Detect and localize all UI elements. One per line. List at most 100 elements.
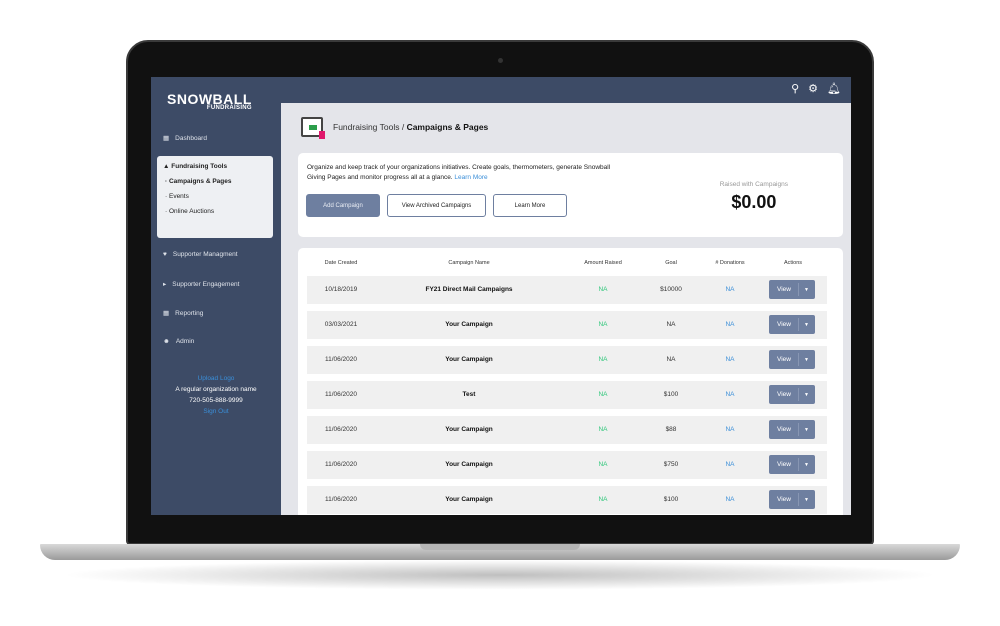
table-row: 11/06/2020 Your Campaign NA $100 NA View… [307, 486, 827, 514]
table-row: 11/06/2020 Your Campaign NA $88 NA View ▼ [307, 416, 827, 444]
megaphone-icon: ▸ [163, 281, 167, 288]
cell-goal: NA [666, 356, 676, 363]
cell-amount-raised: NA [598, 356, 608, 363]
campaigns-table: Date Created Campaign Name Amount Raised… [298, 248, 843, 515]
sidebar-item-dashboard[interactable]: ▦ Dashboard [163, 134, 207, 143]
cell-campaign-name[interactable]: Your Campaign [445, 461, 493, 468]
cell-donations[interactable]: NA [725, 286, 734, 293]
cell-date: 10/18/2019 [324, 286, 358, 293]
raised-label: Raised with Campaigns [719, 181, 788, 188]
cell-amount-raised: NA [598, 461, 608, 468]
caret-down-icon[interactable]: ▼ [804, 287, 809, 293]
cell-goal: NA [666, 321, 676, 328]
cell-date: 11/06/2020 [324, 356, 358, 363]
sidebar-subitem-campaigns[interactable]: · Campaigns & Pages [163, 178, 273, 185]
learn-more-link[interactable]: Learn More [454, 174, 487, 181]
bank-icon: ▲ [163, 163, 170, 170]
header-donations[interactable]: # Donations [715, 260, 744, 266]
laptop-shadow [60, 560, 940, 590]
cell-amount-raised: NA [598, 426, 608, 433]
caret-down-icon[interactable]: ▼ [804, 322, 809, 328]
cell-goal: $10000 [660, 286, 682, 293]
sidebar-item-admin[interactable]: ☻ Admin [163, 338, 194, 345]
table-row: 03/03/2021 Your Campaign NA NA NA View ▼ [307, 311, 827, 339]
table-row: 11/06/2020 Your Campaign NA NA NA View ▼ [307, 346, 827, 374]
table-row: 11/06/2020 Your Campaign NA $750 NA View… [307, 451, 827, 479]
cell-date: 11/06/2020 [324, 391, 358, 398]
cell-goal: $100 [663, 391, 679, 398]
user-icon: ☻ [163, 338, 170, 345]
cell-amount-raised: NA [598, 286, 608, 293]
table-row: 10/18/2019 FY21 Direct Mail Campaigns NA… [307, 276, 827, 304]
app-screen: ⚲ ⚙ 🔔︎ SNOWBALL FUNDRAISING ▦ Dashboard ▲ … [151, 77, 851, 515]
cell-campaign-name[interactable]: FY21 Direct Mail Campaigns [425, 286, 512, 293]
laptop-notch [420, 544, 580, 550]
cell-date: 11/06/2020 [324, 496, 358, 503]
raised-amount: $0.00 [731, 192, 777, 212]
view-dropdown-button[interactable]: View ▼ [769, 315, 815, 334]
add-campaign-button[interactable]: Add Campaign [306, 194, 380, 217]
org-phone: 720-505-888-9999 [189, 397, 243, 404]
cell-donations[interactable]: NA [725, 391, 734, 398]
webcam [498, 58, 503, 63]
view-dropdown-button[interactable]: View ▼ [769, 350, 815, 369]
view-dropdown-button[interactable]: View ▼ [769, 490, 815, 509]
header-campaign-name[interactable]: Campaign Name [448, 260, 489, 266]
logo[interactable]: SNOWBALL FUNDRAISING [167, 91, 252, 111]
sidebar-item-supporter-engagement[interactable]: ▸ Supporter Engagement [163, 280, 239, 289]
bell-icon[interactable]: 🔔︎ [827, 82, 841, 95]
search-icon[interactable]: ⚲ [791, 82, 799, 95]
hand-icon: ♥ [163, 251, 167, 258]
sign-out-link[interactable]: Sign Out [151, 406, 281, 417]
header-actions: Actions [783, 260, 803, 266]
cell-campaign-name[interactable]: Test [463, 391, 476, 398]
caret-down-icon[interactable]: ▼ [804, 497, 809, 503]
view-dropdown-button[interactable]: View ▼ [769, 280, 815, 299]
table-row: 11/06/2020 Test NA $100 NA View ▼ [307, 381, 827, 409]
view-dropdown-button[interactable]: View ▼ [769, 420, 815, 439]
cell-donations[interactable]: NA [725, 321, 734, 328]
header-date-created[interactable]: Date Created [325, 260, 358, 266]
header-amount-raised[interactable]: Amount Raised [584, 260, 622, 266]
main-content: Fundraising Tools / Campaigns & Pages Or… [281, 103, 851, 515]
breadcrumb-current: Campaigns & Pages [406, 122, 489, 132]
dashboard-icon: ▦ [163, 135, 170, 142]
cell-donations[interactable]: NA [725, 356, 734, 363]
cell-donations[interactable]: NA [725, 426, 734, 433]
header-goal[interactable]: Goal [665, 260, 677, 266]
upload-logo-link[interactable]: Upload Logo [151, 373, 281, 384]
breadcrumb-parent[interactable]: Fundraising Tools / [333, 122, 404, 132]
cell-date: 03/03/2021 [324, 321, 358, 328]
cell-campaign-name[interactable]: Your Campaign [445, 321, 493, 328]
caret-down-icon[interactable]: ▼ [804, 392, 809, 398]
sidebar-subitem-events[interactable]: · Events [163, 193, 273, 200]
sidebar-item-supporter-managment[interactable]: ♥ Supporter Managment [163, 251, 238, 258]
cell-date: 11/06/2020 [324, 426, 358, 433]
caret-down-icon[interactable]: ▼ [804, 427, 809, 433]
view-dropdown-button[interactable]: View ▼ [769, 455, 815, 474]
cell-campaign-name[interactable]: Your Campaign [445, 426, 493, 433]
view-archived-campaigns-button[interactable]: View Archived Campaigns [387, 194, 486, 217]
cell-donations[interactable]: NA [725, 496, 734, 503]
cell-campaign-name[interactable]: Your Campaign [445, 356, 493, 363]
cell-amount-raised: NA [598, 496, 608, 503]
table-icon: ▦ [163, 310, 170, 317]
cell-goal: $100 [663, 496, 679, 503]
cell-amount-raised: NA [598, 391, 608, 398]
cell-campaign-name[interactable]: Your Campaign [445, 496, 493, 503]
sidebar-item-fundraising-tools[interactable]: ▲ Fundraising Tools [163, 163, 273, 170]
cell-donations[interactable]: NA [725, 461, 734, 468]
gear-icon[interactable]: ⚙ [808, 82, 818, 95]
caret-down-icon[interactable]: ▼ [804, 462, 809, 468]
caret-down-icon[interactable]: ▼ [804, 357, 809, 363]
cell-amount-raised: NA [598, 321, 608, 328]
intro-card: Organize and keep track of your organiza… [298, 153, 843, 237]
campaign-icon [301, 117, 325, 139]
view-dropdown-button[interactable]: View ▼ [769, 385, 815, 404]
learn-more-button[interactable]: Learn More [493, 194, 567, 217]
cell-goal: $88 [665, 426, 677, 433]
cell-goal: $750 [663, 461, 679, 468]
sidebar-item-reporting[interactable]: ▦ Reporting [163, 309, 203, 318]
sidebar-subitem-online-auctions[interactable]: · Online Auctions [163, 208, 273, 215]
cell-date: 11/06/2020 [324, 461, 358, 468]
